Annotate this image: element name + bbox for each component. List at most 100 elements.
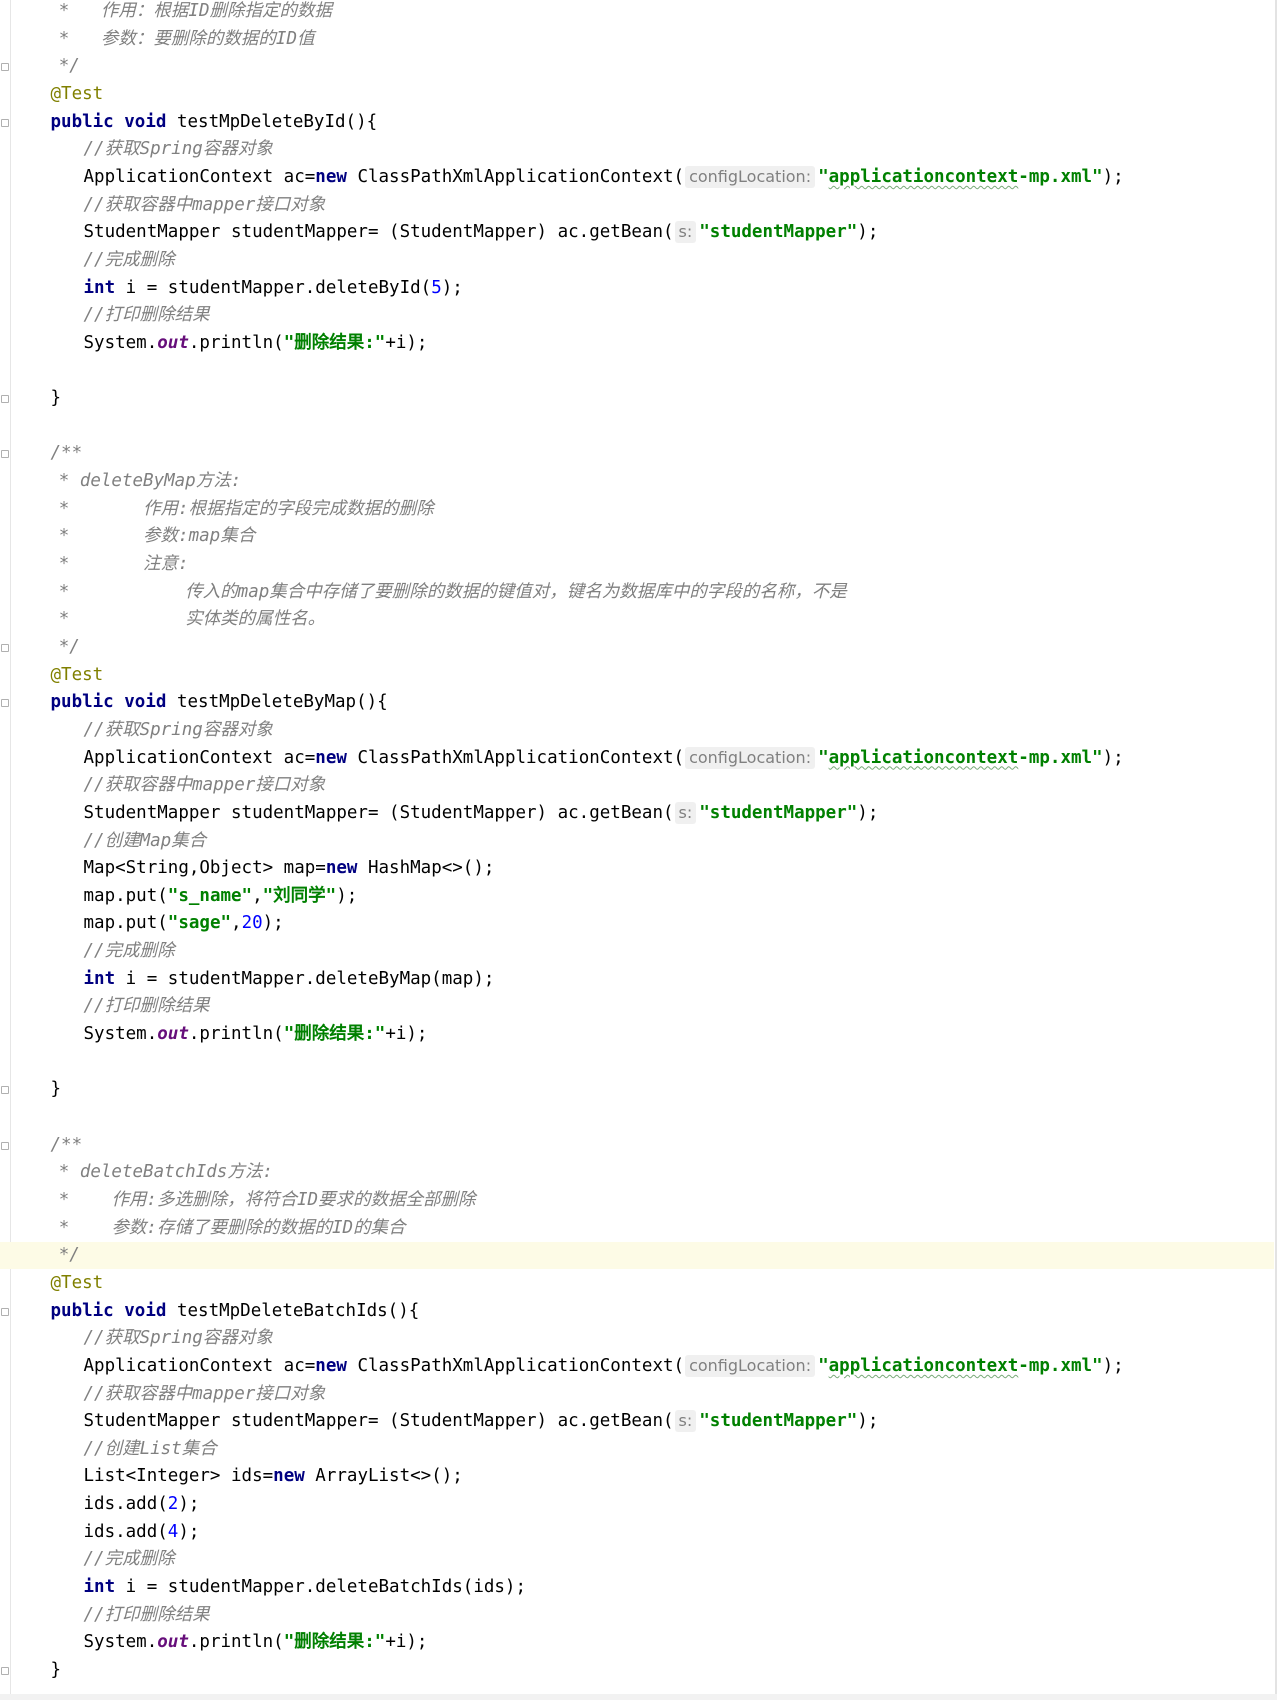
comment-token: * (58, 609, 186, 630)
code-token: ArrayList<>(); (304, 1466, 463, 1487)
keyword-token: public (50, 692, 114, 713)
keyword-token: int (83, 277, 116, 298)
code-editor[interactable]: * 作用：根据ID删除指定的数据 * 参数：要删除的数据的ID值 */@Test pu… (0, 0, 1277, 1700)
code-token: HashMap<>(); (357, 858, 495, 879)
code-line[interactable]: @Test (0, 662, 1274, 689)
comment-token: */ (58, 56, 80, 77)
current-code-line[interactable]: */ (0, 1242, 1274, 1270)
code-line[interactable] (0, 1049, 1274, 1076)
parameter-hint: s: (674, 1410, 697, 1433)
code-line[interactable]: * 参数：要删除的数据的ID值 (0, 26, 1274, 53)
code-line[interactable]: * deleteByMap方法: (0, 468, 1274, 495)
keyword-token: public (50, 111, 114, 132)
code-line[interactable]: //打印删除结果 (0, 302, 1274, 329)
code-line[interactable]: * 作用:多选删除，将符合ID要求的数据全部删除 (0, 1187, 1274, 1214)
annotation-token: @Test (50, 664, 104, 685)
code-line[interactable]: //创建List集合 (0, 1436, 1274, 1463)
code-line[interactable]: Map<String,Object> map=new HashMap<>(); (0, 855, 1274, 882)
code-line[interactable]: ids.add(2); (0, 1491, 1274, 1518)
comment-token: */ (58, 1245, 80, 1266)
code-line[interactable]: } (0, 1076, 1274, 1103)
comment-token: 参数：要删除的数据的ID值 (100, 28, 315, 49)
code-line[interactable]: System.out.println("删除结果:"+i); (0, 1021, 1274, 1048)
code-line[interactable]: public void testMpDeleteBatchIds(){ (0, 1298, 1274, 1325)
comment-token: 参数:map集合 (143, 526, 256, 547)
keyword-token: void (124, 1300, 167, 1321)
comment-token: //完成删除 (83, 249, 175, 270)
code-line[interactable]: @Test (0, 81, 1274, 108)
code-token: , (252, 885, 263, 906)
string-literal: applicationcontext (828, 747, 1019, 768)
code-line[interactable] (0, 357, 1274, 384)
code-line[interactable]: //创建Map集合 (0, 828, 1274, 855)
comment-token: * (58, 1217, 112, 1238)
code-line[interactable]: int i = studentMapper.deleteBatchIds(ids… (0, 1574, 1274, 1601)
comment-token: * (58, 554, 144, 574)
code-line[interactable]: //获取Spring容器对象 (0, 717, 1274, 744)
code-line[interactable]: * 实体类的属性名。 (0, 606, 1274, 633)
code-line[interactable]: map.put("s_name","刘同学"); (0, 883, 1274, 910)
code-token: map.put( (83, 885, 168, 906)
comment-token: //打印删除结果 (83, 305, 210, 326)
code-line[interactable]: ids.add(4); (0, 1519, 1274, 1546)
code-line[interactable]: StudentMapper studentMapper= (StudentMap… (0, 219, 1274, 246)
code-line[interactable]: public void testMpDeleteByMap(){ (0, 689, 1274, 716)
code-line[interactable]: //完成删除 (0, 247, 1274, 274)
code-line[interactable]: //完成删除 (0, 938, 1274, 965)
keyword-token: new (315, 1355, 347, 1376)
code-line[interactable]: //获取Spring容器对象 (0, 1325, 1274, 1352)
code-line[interactable] (0, 1104, 1274, 1131)
code-line[interactable]: //打印删除结果 (0, 1602, 1274, 1629)
field-token: out (157, 1632, 189, 1653)
code-line[interactable]: int i = studentMapper.deleteByMap(map); (0, 966, 1274, 993)
code-line[interactable]: */ (0, 53, 1274, 80)
code-line[interactable]: */ (0, 634, 1274, 661)
code-line[interactable]: System.out.println("删除结果:"+i); (0, 330, 1274, 357)
code-line[interactable]: * 传入的map集合中存储了要删除的数据的键值对，键名为数据库中的字段的名称，不… (0, 579, 1274, 606)
code-line[interactable]: System.out.println("删除结果:"+i); (0, 1629, 1274, 1656)
code-line[interactable]: StudentMapper studentMapper= (StudentMap… (0, 1408, 1274, 1435)
code-line[interactable]: * 作用:根据指定的字段完成数据的删除 (0, 496, 1274, 523)
code-line[interactable]: ApplicationContext ac=new ClassPathXmlAp… (0, 164, 1274, 191)
code-line[interactable]: @Test (0, 1270, 1274, 1297)
code-token: testMpDeleteBatchIds(){ (166, 1300, 420, 1321)
code-line[interactable]: //打印删除结果 (0, 993, 1274, 1020)
code-line[interactable]: /** (0, 1132, 1274, 1159)
code-token: i = studentMapper.deleteByMap(map); (115, 968, 495, 989)
comment-token: //完成删除 (83, 1549, 175, 1570)
code-token: ); (857, 222, 879, 243)
code-token: StudentMapper studentMapper= (StudentMap… (83, 1411, 674, 1432)
comment-token: * deleteBatchIds方法: (58, 1162, 273, 1183)
code-line[interactable]: //获取容器中mapper接口对象 (0, 192, 1274, 219)
comment-token: //获取Spring容器对象 (83, 139, 273, 160)
annotation-token: @Test (50, 83, 104, 104)
keyword-token: void (124, 111, 167, 132)
code-line[interactable]: * 作用：根据ID删除指定的数据 (0, 0, 1274, 25)
code-line[interactable]: //获取Spring容器对象 (0, 136, 1274, 163)
code-line[interactable]: int i = studentMapper.deleteById(5); (0, 275, 1274, 302)
code-line[interactable] (0, 413, 1274, 440)
comment-token: //获取容器中mapper接口对象 (83, 1383, 326, 1404)
code-line[interactable]: ApplicationContext ac=new ClassPathXmlAp… (0, 745, 1274, 772)
code-line[interactable]: * 参数:存储了要删除的数据的ID的集合 (0, 1215, 1274, 1242)
keyword-token: public (50, 1300, 114, 1321)
code-line[interactable]: * 注意: (0, 551, 1274, 578)
code-line[interactable]: * deleteBatchIds方法: (0, 1159, 1274, 1186)
code-line[interactable]: //获取容器中mapper接口对象 (0, 772, 1274, 799)
code-line[interactable]: } (0, 385, 1274, 412)
code-line[interactable]: ApplicationContext ac=new ClassPathXmlAp… (0, 1353, 1274, 1380)
code-line[interactable]: public void testMpDeleteById(){ (0, 109, 1274, 136)
code-line[interactable]: /** (0, 440, 1274, 467)
comment-token: 注意: (143, 554, 189, 574)
code-line[interactable]: } (0, 1657, 1274, 1684)
code-line[interactable]: List<Integer> ids=new ArrayList<>(); (0, 1463, 1274, 1490)
code-line[interactable]: map.put("sage",20); (0, 910, 1274, 937)
code-token: ApplicationContext ac= (83, 747, 316, 768)
code-line[interactable]: //完成删除 (0, 1546, 1274, 1573)
code-line[interactable]: * 参数:map集合 (0, 523, 1274, 550)
comment-token: */ (58, 636, 80, 657)
code-line[interactable]: //获取容器中mapper接口对象 (0, 1381, 1274, 1408)
code-line[interactable]: StudentMapper studentMapper= (StudentMap… (0, 800, 1274, 827)
